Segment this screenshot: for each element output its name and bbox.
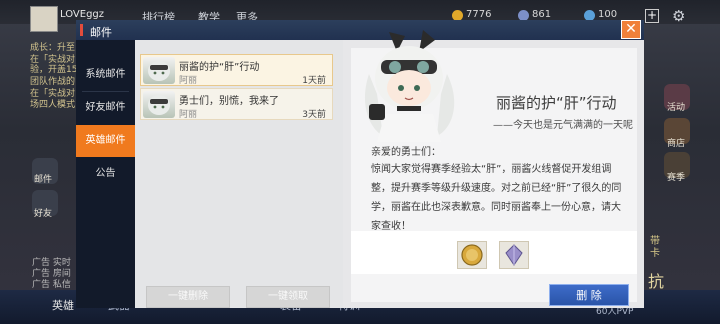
mail-subject: 丽酱的护“肝”行动 <box>179 62 260 73</box>
bg-ad-text: 广告 私信 <box>32 280 71 290</box>
bg-text: 抗 <box>648 272 665 291</box>
mail-detail-subtitle: ——今天也是元气满满的一天呢 <box>493 120 633 131</box>
attachment-strip <box>351 231 637 274</box>
purple-crystal-icon <box>505 244 523 266</box>
stamina-currency: 100 <box>584 9 618 21</box>
mail-list-item[interactable]: 勇士们，别慌，我来了 阿丽 3天前 <box>140 88 333 120</box>
mail-detail-panel: 丽酱的护“肝”行动 ——今天也是元气满满的一天呢 亲爱的勇士们： 惊闻大家觉得赛… <box>343 30 644 308</box>
mail-body-text: 惊闻大家觉得赛季经验太“肝”，丽酱火线督促开发组调整，提升赛季等级升级速度。对之… <box>371 164 622 232</box>
hero-portrait <box>364 30 455 142</box>
mail-list-item[interactable]: 丽酱的护“肝”行动 阿丽 1天前 <box>140 54 333 86</box>
side-label-season: 赛季 <box>667 173 686 183</box>
mail-greeting: 亲爱的勇士们： <box>371 147 441 158</box>
side-label-event: 活动 <box>667 103 686 113</box>
sender-avatar <box>143 91 175 118</box>
claim-all-button[interactable]: 一键领取 <box>246 286 330 308</box>
mail-detail-title: 丽酱的护“肝”行动 <box>496 94 617 112</box>
gold-currency: 7776 <box>452 9 492 21</box>
mail-sender: 阿丽 <box>179 110 198 120</box>
gold-value: 7776 <box>466 9 492 20</box>
diamond-currency: 861 <box>518 9 552 21</box>
mail-subject: 勇士们，别慌，我来了 <box>179 96 279 107</box>
mail-detail-card: 丽酱的护“肝”行动 ——今天也是元气满满的一天呢 亲爱的勇士们： 惊闻大家觉得赛… <box>351 30 637 306</box>
side-label-friends: 好友 <box>34 209 53 219</box>
title-accent <box>80 24 83 36</box>
tab-system-mail[interactable]: 系统邮件 <box>76 59 135 91</box>
gold-medal-icon <box>461 244 483 266</box>
sender-avatar <box>143 57 175 84</box>
tab-hero-mail[interactable]: 英雄邮件 <box>76 125 135 157</box>
tab-announcement[interactable]: 公告 <box>76 158 135 190</box>
delete-button[interactable]: 删 除 <box>549 284 629 306</box>
attachment-item[interactable] <box>499 241 529 269</box>
side-label-shop: 商店 <box>667 139 686 149</box>
close-icon: ✕ <box>625 21 637 37</box>
bg-text: 场四人模式 <box>30 100 76 110</box>
mail-category-sidebar: 系统邮件 好友邮件 英雄邮件 公告 <box>76 40 135 308</box>
stamina-value: 100 <box>598 9 618 20</box>
mail-time: 3天前 <box>302 110 326 120</box>
attachment-item[interactable] <box>457 241 487 269</box>
mail-dialog: 邮件 ✕ 系统邮件 好友邮件 英雄邮件 公告 丽酱的护“肝”行动 阿丽 1天前 <box>76 20 644 308</box>
close-button[interactable]: ✕ <box>621 20 641 39</box>
nav-hero[interactable]: 英雄 <box>52 297 74 313</box>
dialog-title: 邮件 <box>90 26 112 39</box>
side-label-mail: 邮件 <box>34 175 53 185</box>
tab-friend-mail[interactable]: 好友邮件 <box>76 92 135 124</box>
diamond-value: 861 <box>532 9 552 20</box>
player-name: LOVEggz <box>60 9 105 20</box>
gear-icon[interactable]: ⚙ <box>672 7 685 25</box>
add-currency-button[interactable]: + <box>645 9 659 23</box>
mail-time: 1天前 <box>302 76 326 86</box>
bg-text: 卡 <box>650 248 660 259</box>
mail-list-panel: 丽酱的护“肝”行动 阿丽 1天前 勇士们，别慌，我来了 阿丽 3天前 一键删除 … <box>135 40 343 308</box>
mail-sender: 阿丽 <box>179 76 198 86</box>
delete-all-button[interactable]: 一键删除 <box>146 286 230 308</box>
player-avatar[interactable] <box>30 6 58 32</box>
